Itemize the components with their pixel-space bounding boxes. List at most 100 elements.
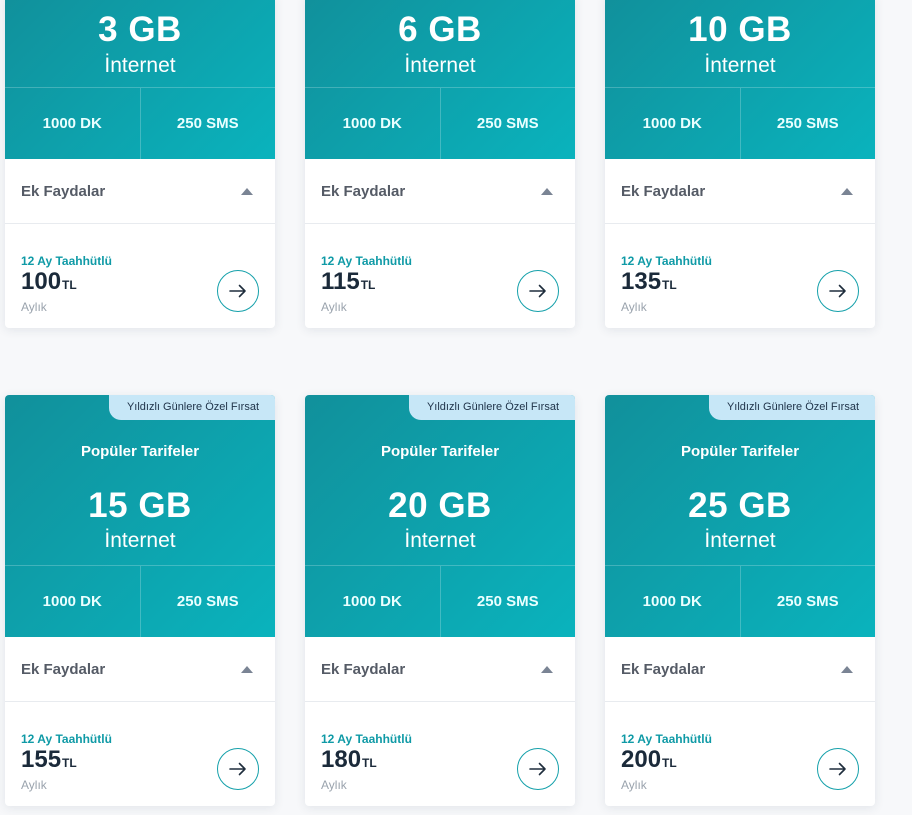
plan-card-popular: Yıldızlı Günlere Özel Fırsat Popüler Tar… [5, 395, 275, 806]
price: 100TL [21, 268, 77, 296]
promo-badge: Yıldızlı Günlere Özel Fırsat [408, 395, 575, 420]
extras-toggle[interactable]: Ek Faydalar [5, 159, 275, 224]
sms: 250 SMS [439, 566, 576, 637]
price-amount: 155 [21, 746, 62, 773]
extras-toggle[interactable]: Ek Faydalar [605, 637, 875, 702]
caret-up-icon[interactable] [541, 187, 553, 195]
currency: TL [62, 756, 77, 770]
extras-label: Ek Faydalar [321, 182, 406, 200]
currency: TL [360, 278, 376, 292]
select-plan-button[interactable] [517, 270, 559, 312]
commitment-label: 12 Ay Taahhütlü [621, 732, 712, 746]
extras-label: Ek Faydalar [321, 660, 406, 678]
price-area: 12 Ay Taahhütlü 115TL Aylık [305, 224, 575, 328]
minutes: 1000 DK [342, 115, 402, 132]
price-area: 12 Ay Taahhütlü 200TL Aylık [605, 702, 875, 806]
arrow-right-icon [529, 284, 546, 298]
plan-card: 10 GB İnternet 1000 DK 250 SMS Ek Faydal… [605, 0, 875, 328]
data-amount: 15 GB [88, 486, 192, 525]
minutes: 1000 DK [42, 593, 102, 610]
select-plan-button[interactable] [217, 270, 259, 312]
plan-card: 6 GB İnternet 1000 DK 250 SMS Ek Faydala… [305, 0, 575, 328]
promo-badge: Yıldızlı Günlere Özel Fırsat [108, 395, 275, 420]
sms: 250 SMS [739, 88, 876, 159]
arrow-right-icon [829, 284, 846, 298]
extras-label: Ek Faydalar [621, 660, 706, 678]
caret-up-icon[interactable] [841, 665, 853, 673]
promo-badge: Yıldızlı Günlere Özel Fırsat [708, 395, 875, 420]
select-plan-button[interactable] [217, 748, 259, 790]
monthly-label: Aylık [21, 300, 47, 314]
select-plan-button[interactable] [817, 748, 859, 790]
internet-label: İnternet [704, 54, 776, 77]
minutes: 1000 DK [42, 115, 102, 132]
minutes: 1000 DK [342, 593, 402, 610]
internet-label: İnternet [104, 529, 176, 552]
plan-header: 6 GB İnternet 1000 DK 250 SMS [305, 0, 575, 159]
price-amount: 115 [321, 268, 360, 295]
price-amount: 200 [621, 746, 662, 773]
currency: TL [662, 278, 677, 292]
price: 200TL [621, 746, 677, 774]
monthly-label: Aylık [621, 778, 647, 792]
monthly-label: Aylık [321, 778, 347, 792]
plan-header: Yıldızlı Günlere Özel Fırsat Popüler Tar… [305, 395, 575, 637]
sms: 250 SMS [439, 88, 576, 159]
plan-card-popular: Yıldızlı Günlere Özel Fırsat Popüler Tar… [605, 395, 875, 806]
commitment-label: 12 Ay Taahhütlü [321, 254, 412, 268]
price-area: 12 Ay Taahhütlü 180TL Aylık [305, 702, 575, 806]
price-area: 12 Ay Taahhütlü 155TL Aylık [5, 702, 275, 806]
commitment-label: 12 Ay Taahhütlü [21, 732, 112, 746]
price: 115TL [321, 268, 375, 296]
data-amount: 25 GB [688, 486, 792, 525]
plan-card: 3 GB İnternet 1000 DK 250 SMS Ek Faydala… [5, 0, 275, 328]
sms: 250 SMS [139, 88, 276, 159]
monthly-label: Aylık [21, 778, 47, 792]
extras-toggle[interactable]: Ek Faydalar [305, 159, 575, 224]
extras-toggle[interactable]: Ek Faydalar [605, 159, 875, 224]
caret-up-icon[interactable] [841, 187, 853, 195]
plan-header: 3 GB İnternet 1000 DK 250 SMS [5, 0, 275, 159]
currency: TL [62, 278, 77, 292]
price-amount: 100 [21, 268, 62, 295]
extras-toggle[interactable]: Ek Faydalar [5, 637, 275, 702]
internet-label: İnternet [404, 529, 476, 552]
price-amount: 135 [621, 268, 662, 295]
select-plan-button[interactable] [517, 748, 559, 790]
currency: TL [362, 756, 377, 770]
data-amount: 3 GB [98, 10, 182, 49]
plan-header: 10 GB İnternet 1000 DK 250 SMS [605, 0, 875, 159]
currency: TL [662, 756, 677, 770]
extras-label: Ek Faydalar [21, 182, 106, 200]
caret-up-icon[interactable] [541, 665, 553, 673]
price-area: 12 Ay Taahhütlü 135TL Aylık [605, 224, 875, 328]
price-amount: 180 [321, 746, 362, 773]
commitment-label: 12 Ay Taahhütlü [21, 254, 112, 268]
sms: 250 SMS [139, 566, 276, 637]
price: 135TL [621, 268, 677, 296]
price-area: 12 Ay Taahhütlü 100TL Aylık [5, 224, 275, 328]
data-amount: 20 GB [388, 486, 492, 525]
minutes: 1000 DK [642, 593, 702, 610]
minutes: 1000 DK [642, 115, 702, 132]
caret-up-icon[interactable] [241, 665, 253, 673]
extras-toggle[interactable]: Ek Faydalar [305, 637, 575, 702]
popular-label: Popüler Tarifeler [380, 443, 500, 460]
internet-label: İnternet [404, 54, 476, 77]
data-amount: 6 GB [398, 10, 482, 49]
arrow-right-icon [229, 284, 246, 298]
sms: 250 SMS [739, 566, 876, 637]
commitment-label: 12 Ay Taahhütlü [621, 254, 712, 268]
commitment-label: 12 Ay Taahhütlü [321, 732, 412, 746]
monthly-label: Aylık [621, 300, 647, 314]
arrow-right-icon [829, 762, 846, 776]
data-amount: 10 GB [688, 10, 792, 49]
extras-label: Ek Faydalar [621, 182, 706, 200]
select-plan-button[interactable] [817, 270, 859, 312]
internet-label: İnternet [104, 54, 176, 77]
caret-up-icon[interactable] [241, 187, 253, 195]
arrow-right-icon [529, 762, 546, 776]
extras-label: Ek Faydalar [21, 660, 106, 678]
price: 180TL [321, 746, 377, 774]
monthly-label: Aylık [321, 300, 347, 314]
